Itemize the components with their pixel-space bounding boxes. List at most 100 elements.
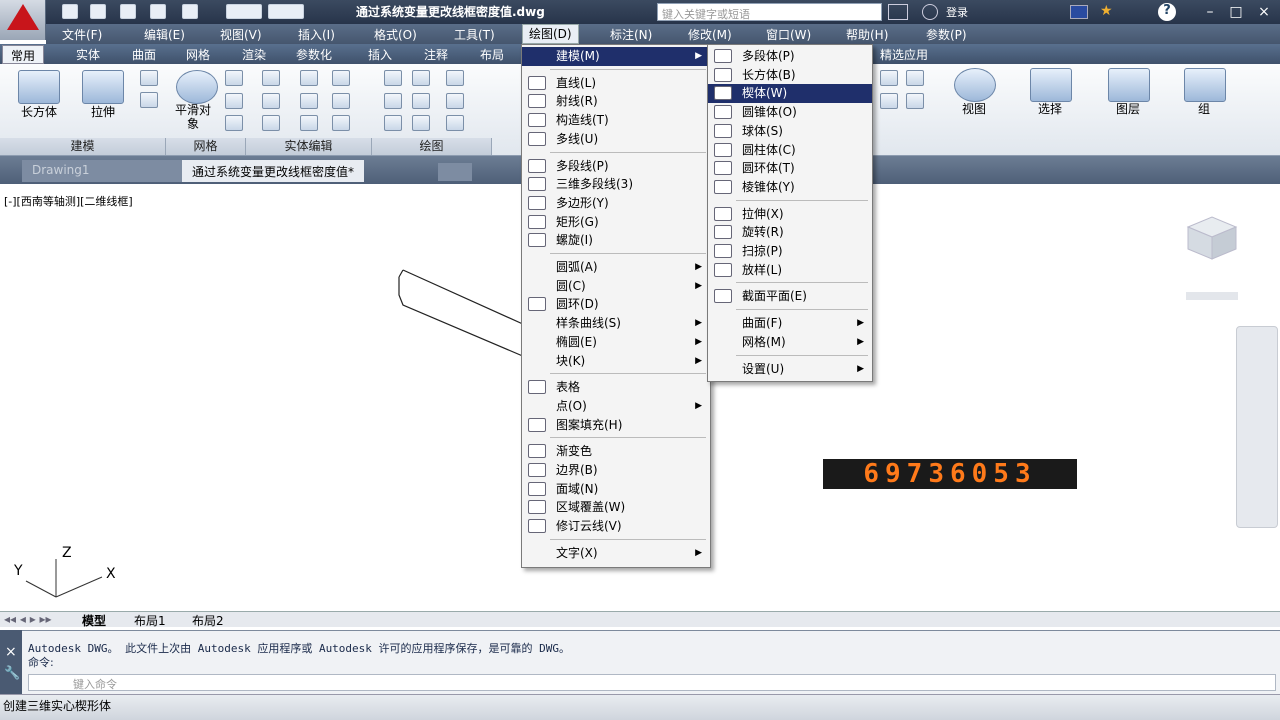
rectangle-tool-icon[interactable]: [412, 115, 430, 131]
tab-layout1[interactable]: 布局1: [134, 612, 166, 629]
draw-menu-item-21[interactable]: 点(O) ▶: [522, 397, 710, 416]
save-icon[interactable]: [120, 4, 136, 19]
tab-layout[interactable]: 布局: [480, 46, 504, 63]
new-tab-button[interactable]: [438, 163, 472, 181]
tab-solid[interactable]: 实体: [76, 46, 100, 63]
modeling-menu-item-5[interactable]: 圆柱体(C): [708, 141, 872, 160]
draw-menu-item-28[interactable]: 修订云线(V): [522, 517, 710, 536]
modeling-menu-item-9[interactable]: 拉伸(X): [708, 205, 872, 224]
ucs-world-icon[interactable]: [906, 70, 924, 86]
smooth-object-icon[interactable]: [176, 70, 218, 104]
menu-window[interactable]: 窗口(W): [760, 26, 817, 43]
command-input[interactable]: 键入命令: [28, 674, 1276, 691]
draw-menu-item-16[interactable]: 样条曲线(S) ▶: [522, 314, 710, 333]
tab-featured-apps[interactable]: 精选应用: [880, 46, 928, 63]
presspull-icon[interactable]: [140, 70, 158, 86]
maximize-button[interactable]: □: [1222, 2, 1250, 22]
line-tool-icon[interactable]: [384, 70, 402, 86]
draw-menu-item-22[interactable]: 图案填充(H): [522, 416, 710, 435]
search-input[interactable]: 键入关键字或短语: [657, 3, 882, 21]
navigation-bar[interactable]: [1236, 326, 1278, 528]
modeling-menu-item-17[interactable]: 网格(M) ▶: [708, 333, 872, 352]
sign-in-label[interactable]: 登录: [946, 4, 968, 20]
interfere-icon[interactable]: [300, 70, 318, 86]
smooth-object-button-label[interactable]: 平滑对象: [170, 103, 216, 131]
draw-menu-item-27[interactable]: 区域覆盖(W): [522, 498, 710, 517]
application-menu-button[interactable]: [0, 0, 46, 40]
close-button[interactable]: ×: [1250, 2, 1278, 22]
redo-icon[interactable]: [268, 4, 304, 19]
extract-edges-icon[interactable]: [332, 70, 350, 86]
tab-render[interactable]: 渲染: [242, 46, 266, 63]
modeling-menu-item-2[interactable]: 楔体(W): [708, 84, 872, 104]
union-icon[interactable]: [262, 70, 280, 86]
tab-insert[interactable]: 插入: [368, 46, 392, 63]
polygon-tool-icon[interactable]: [384, 115, 402, 131]
draw-menu-item-2[interactable]: 直线(L): [522, 74, 710, 93]
menu-format[interactable]: 格式(O): [368, 26, 423, 43]
close-command-icon[interactable]: ×: [5, 644, 17, 660]
menu-draw[interactable]: 绘图(D): [522, 24, 579, 44]
modeling-menu-item-4[interactable]: 球体(S): [708, 122, 872, 141]
tab-annotate[interactable]: 注释: [424, 46, 448, 63]
group-button-label[interactable]: 组: [1182, 100, 1226, 117]
ucs-icon[interactable]: [880, 70, 898, 86]
draw-menu-item-7[interactable]: 多段线(P): [522, 157, 710, 176]
menu-insert[interactable]: 插入(I): [292, 26, 341, 43]
view-button-label[interactable]: 视图: [952, 100, 996, 117]
tab-mesh[interactable]: 网格: [186, 46, 210, 63]
wrench-icon[interactable]: 🔧: [4, 666, 20, 681]
tab-layout2[interactable]: 布局2: [192, 612, 224, 629]
extrude-button-label[interactable]: 拉伸: [80, 103, 126, 120]
draw-menu-item-11[interactable]: 螺旋(I): [522, 231, 710, 250]
panel-title-mesh[interactable]: 网格: [166, 138, 246, 155]
save-as-icon[interactable]: [150, 4, 166, 19]
mesh-crease-icon[interactable]: [225, 115, 243, 131]
modeling-menu-item-10[interactable]: 旋转(R): [708, 223, 872, 242]
modeling-menu-item-3[interactable]: 圆锥体(O): [708, 103, 872, 122]
modeling-menu-item-6[interactable]: 圆环体(T): [708, 159, 872, 178]
binoculars-icon[interactable]: [888, 4, 908, 20]
slice-icon[interactable]: [300, 93, 318, 109]
menu-view[interactable]: 视图(V): [214, 26, 268, 43]
menu-dimension[interactable]: 标注(N): [604, 26, 658, 43]
draw-menu-item-4[interactable]: 构造线(T): [522, 111, 710, 130]
draw-menu-item-10[interactable]: 矩形(G): [522, 213, 710, 232]
panel-title-modeling[interactable]: 建模: [0, 138, 166, 155]
circle-tool-icon[interactable]: [446, 93, 464, 109]
tab-parametric[interactable]: 参数化: [296, 46, 332, 63]
tab-model[interactable]: 模型: [82, 612, 106, 629]
menu-edit[interactable]: 编辑(E): [138, 26, 191, 43]
draw-menu-item-9[interactable]: 多边形(Y): [522, 194, 710, 213]
viewport-controls[interactable]: [-][西南等轴测][二维线框]: [4, 193, 133, 209]
draw-menu-item-14[interactable]: 圆(C) ▶: [522, 277, 710, 296]
user-icon[interactable]: [922, 4, 938, 20]
layers-button-label[interactable]: 图层: [1106, 100, 1150, 117]
minimize-button[interactable]: –: [1196, 2, 1224, 22]
tab-surface[interactable]: 曲面: [132, 46, 156, 63]
open-file-icon[interactable]: [90, 4, 106, 19]
group-icon[interactable]: [1184, 68, 1226, 102]
modeling-menu-item-7[interactable]: 棱锥体(Y): [708, 178, 872, 197]
spline-tool-icon[interactable]: [384, 93, 402, 109]
separate-icon[interactable]: [332, 115, 350, 131]
draw-menu-item-24[interactable]: 渐变色: [522, 442, 710, 461]
draw-menu-item-18[interactable]: 块(K) ▶: [522, 352, 710, 371]
panel-title-draw[interactable]: 绘图: [372, 138, 492, 155]
star-icon[interactable]: ★: [1100, 3, 1120, 21]
intersect-icon[interactable]: [262, 115, 280, 131]
modeling-menu-item-19[interactable]: 设置(U) ▶: [708, 360, 872, 379]
ucs-origin-icon[interactable]: [906, 93, 924, 109]
modeling-menu-item-0[interactable]: 多段体(P): [708, 47, 872, 66]
draw-menu-item-20[interactable]: 表格: [522, 378, 710, 397]
subtract-icon[interactable]: [262, 93, 280, 109]
arc-tool-icon[interactable]: [446, 70, 464, 86]
mesh-smooth-icon[interactable]: [225, 93, 243, 109]
menu-tools[interactable]: 工具(T): [448, 26, 501, 43]
draw-menu-item-30[interactable]: 文字(X) ▶: [522, 544, 710, 563]
panel-title-solid-editing[interactable]: 实体编辑: [246, 138, 372, 155]
print-icon[interactable]: [182, 4, 198, 19]
menu-parameters[interactable]: 参数(P): [920, 26, 973, 43]
modeling-menu-item-11[interactable]: 扫掠(P): [708, 242, 872, 261]
polysolid-icon[interactable]: [140, 92, 158, 108]
